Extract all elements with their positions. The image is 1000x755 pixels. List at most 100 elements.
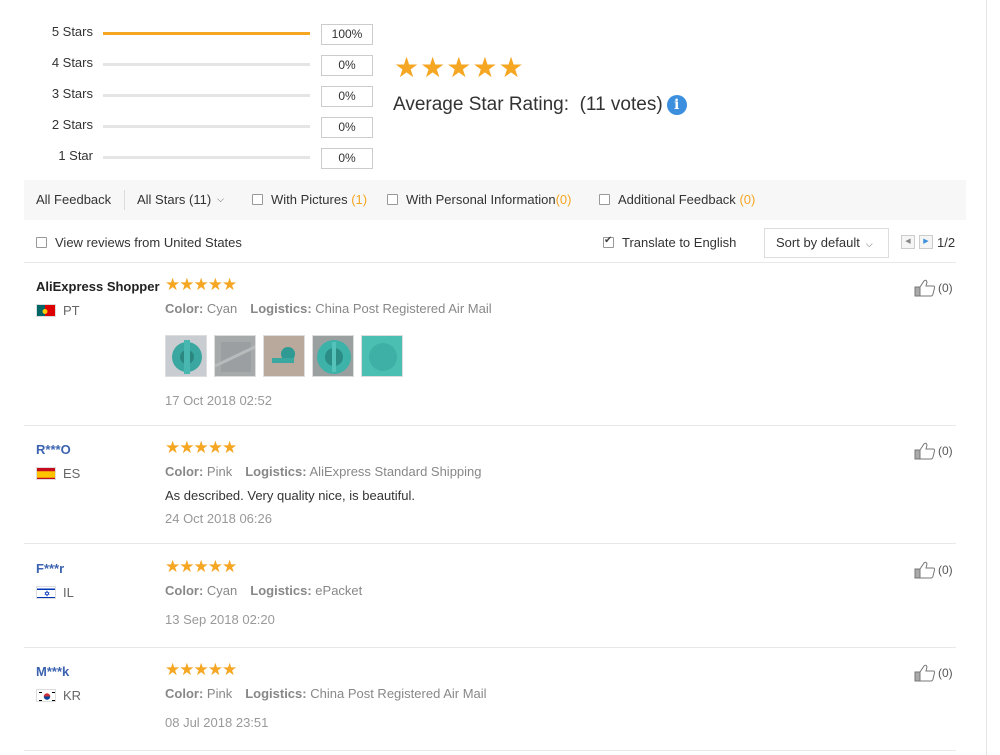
next-page-button[interactable]: ▶	[919, 235, 933, 249]
helpful-button[interactable]: (0)	[914, 561, 953, 579]
reviewer-name[interactable]: R***O	[36, 442, 71, 457]
thumbs-up-icon	[914, 561, 936, 579]
additional-feedback-checkbox[interactable]	[599, 194, 610, 205]
histogram-track	[103, 32, 310, 35]
thumbs-up-icon	[914, 442, 936, 460]
prev-page-button[interactable]: ◀	[901, 235, 915, 249]
review-stars: ★ ★ ★ ★ ★	[165, 660, 237, 679]
histogram-track	[103, 156, 310, 159]
divider	[124, 190, 125, 210]
review-stars: ★ ★ ★ ★ ★	[165, 275, 237, 294]
divider	[24, 647, 956, 648]
star-icon: ★	[394, 52, 420, 83]
histogram-row-1[interactable]: 1 Star 0%	[0, 142, 380, 173]
with-personal-info-checkbox[interactable]	[387, 194, 398, 205]
histogram-label: 4 Stars	[51, 55, 93, 70]
divider	[24, 750, 956, 751]
country-code: ES	[63, 466, 81, 481]
star-icon: ★	[179, 275, 195, 294]
histogram-row-3[interactable]: 3 Stars 0%	[0, 80, 380, 111]
helpful-button[interactable]: (0)	[914, 279, 953, 297]
star-icon: ★	[207, 557, 223, 576]
reviewer-name[interactable]: F***r	[36, 561, 64, 576]
review-photo[interactable]	[312, 335, 354, 377]
helpful-count: (0)	[938, 281, 953, 295]
logistics-label: Logistics:	[250, 301, 312, 316]
sort-label: Sort by default	[776, 235, 860, 250]
review-photo[interactable]	[361, 335, 403, 377]
divider	[24, 543, 956, 544]
with-pictures-label: With Pictures	[271, 192, 348, 207]
divider	[24, 425, 956, 426]
review-date: 24 Oct 2018 06:26	[165, 511, 272, 526]
star-icon: ★	[420, 52, 446, 83]
average-rating-text: Average Star Rating: (11 votes) i	[393, 94, 687, 116]
review-attributes: Color: Pink Logistics: China Post Registe…	[165, 686, 487, 701]
reviewer-country: KR	[36, 688, 81, 703]
review-photo[interactable]	[263, 335, 305, 377]
chevron-down-icon: ⌵	[217, 194, 224, 204]
info-icon[interactable]: i	[666, 95, 687, 115]
histogram-percent: 0%	[321, 117, 373, 138]
review-photo[interactable]	[214, 335, 256, 377]
review-date: 13 Sep 2018 02:20	[165, 612, 275, 627]
sort-dropdown[interactable]: Sort by default ⌵	[764, 228, 889, 258]
helpful-button[interactable]: (0)	[914, 664, 953, 682]
histogram-row-4[interactable]: 4 Stars 0%	[0, 49, 380, 80]
helpful-count: (0)	[938, 444, 953, 458]
color-value: Pink	[206, 686, 233, 701]
review-attributes: Color: Cyan Logistics: China Post Registe…	[165, 301, 492, 316]
histogram-track	[103, 125, 310, 128]
histogram-label: 3 Stars	[51, 86, 93, 101]
logistics-value: China Post Registered Air Mail	[315, 301, 492, 316]
helpful-button[interactable]: (0)	[914, 442, 953, 460]
color-value: Cyan	[206, 583, 238, 598]
star-icon: ★	[165, 275, 181, 294]
histogram-percent: 0%	[321, 55, 373, 76]
histogram-row-2[interactable]: 2 Stars 0%	[0, 111, 380, 142]
star-icon: ★	[193, 660, 209, 679]
with-pictures-filter[interactable]: With Pictures (1)	[252, 192, 367, 207]
translate-option[interactable]: Translate to English	[603, 235, 736, 250]
with-personal-info-filter[interactable]: With Personal Information (0)	[387, 192, 571, 207]
logistics-label: Logistics:	[250, 583, 312, 598]
translate-checkbox[interactable]	[603, 235, 614, 248]
south-korea-flag-icon	[36, 689, 56, 702]
histogram-track	[103, 63, 310, 66]
review-attributes: Color: Cyan Logistics: ePacket	[165, 583, 362, 598]
review-date: 17 Oct 2018 02:52	[165, 393, 272, 408]
star-icon: ★	[179, 557, 195, 576]
additional-feedback-count: (0)	[739, 192, 756, 207]
color-label: Color:	[165, 583, 204, 598]
color-label: Color:	[165, 301, 204, 316]
page-indicator: 1/2	[937, 235, 956, 250]
review-photo[interactable]	[165, 335, 207, 377]
reviewer-country: IL	[36, 585, 74, 600]
additional-feedback-filter[interactable]: Additional Feedback (0)	[599, 192, 755, 207]
histogram-label: 5 Stars	[51, 24, 93, 39]
review-text: As described. Very quality nice, is beau…	[165, 488, 416, 503]
star-icon: ★	[193, 275, 209, 294]
feedback-filter-bar: All Feedback All Stars (11) ⌵ With Pictur…	[24, 180, 966, 220]
all-stars-dropdown[interactable]: All Stars (11) ⌵	[137, 192, 224, 207]
view-us-checkbox[interactable]	[36, 237, 47, 248]
color-label: Color:	[165, 464, 204, 479]
review-date: 08 Jul 2018 23:51	[165, 715, 269, 730]
histogram-percent: 100%	[321, 24, 373, 45]
reviewer-name[interactable]: M***k	[36, 664, 69, 679]
star-icon: ★	[165, 557, 181, 576]
histogram-row-5[interactable]: 5 Stars 100%	[0, 18, 380, 49]
color-value: Pink	[206, 464, 233, 479]
star-icon: ★	[179, 660, 195, 679]
logistics-value: AliExpress Standard Shipping	[309, 464, 482, 479]
panel-border	[986, 0, 987, 755]
all-feedback-tab[interactable]: All Feedback	[36, 192, 111, 207]
star-icon: ★	[165, 438, 181, 457]
histogram-track	[103, 94, 310, 97]
histogram-percent: 0%	[321, 148, 373, 169]
logistics-label: Logistics:	[245, 464, 307, 479]
translate-label: Translate to English	[622, 235, 737, 250]
with-pictures-checkbox[interactable]	[252, 194, 263, 205]
view-us-option[interactable]: View reviews from United States	[36, 235, 242, 250]
votes-count: (11 votes)	[579, 94, 663, 115]
